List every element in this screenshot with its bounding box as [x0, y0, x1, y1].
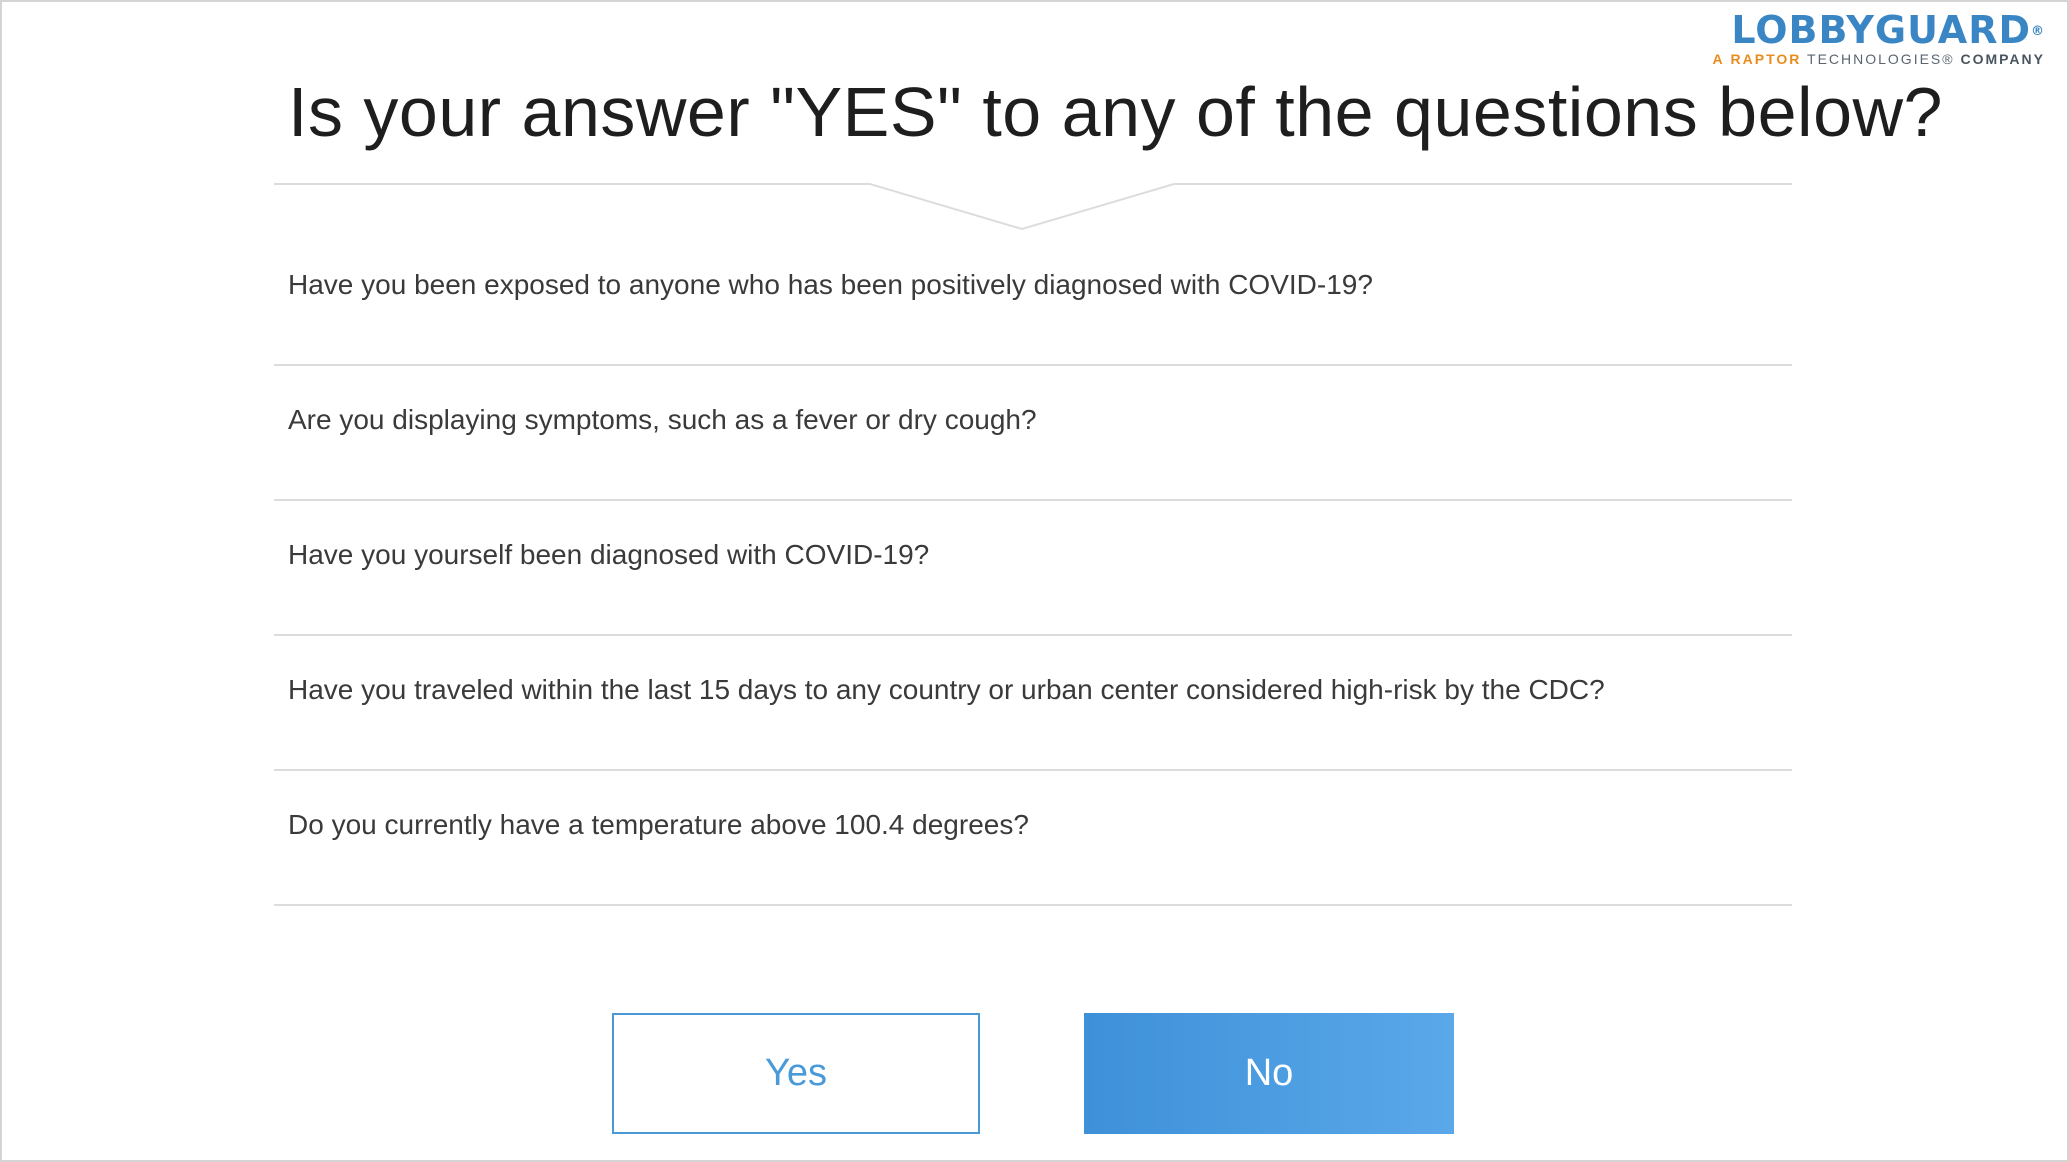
lobbyguard-logo: LOBBYGUARD® A RAPTOR TECHNOLOGIES® COMPA… [1713, 10, 2046, 67]
no-button[interactable]: No [1084, 1013, 1454, 1134]
logo-wordmark: LOBBYGUARD® [1713, 10, 2046, 50]
question-item: Have you been exposed to anyone who has … [274, 232, 1792, 366]
question-text: Are you displaying symptoms, such as a f… [288, 403, 1037, 435]
page-title: Is your answer "YES" to any of the quest… [288, 73, 1943, 151]
logo-registered-mark: ® [2031, 24, 2045, 39]
question-text: Do you currently have a temperature abov… [288, 808, 1029, 840]
logo-tagline-technologies: TECHNOLOGIES® [1807, 51, 1955, 67]
question-item: Do you currently have a temperature abov… [274, 771, 1792, 906]
question-text: Have you yourself been diagnosed with CO… [288, 538, 930, 570]
yes-button[interactable]: Yes [612, 1013, 980, 1134]
question-item: Have you traveled within the last 15 day… [274, 636, 1792, 771]
heading-divider-arrow [274, 183, 1792, 231]
logo-tagline-prefix: A [1712, 51, 1725, 67]
question-text: Have you been exposed to anyone who has … [288, 269, 1373, 300]
question-item: Have you yourself been diagnosed with CO… [274, 501, 1792, 636]
kiosk-screen: LOBBYGUARD® A RAPTOR TECHNOLOGIES® COMPA… [0, 0, 2069, 1162]
question-text: Have you traveled within the last 15 day… [288, 673, 1605, 705]
question-list: Have you been exposed to anyone who has … [274, 232, 1792, 906]
question-item: Are you displaying symptoms, such as a f… [274, 366, 1792, 501]
logo-tagline-raptor: RAPTOR [1730, 51, 1802, 67]
logo-wordmark-text: LOBBYGUARD [1731, 8, 2031, 52]
logo-tagline-company: COMPANY [1960, 51, 2045, 67]
logo-tagline: A RAPTOR TECHNOLOGIES® COMPANY [1713, 51, 2046, 67]
